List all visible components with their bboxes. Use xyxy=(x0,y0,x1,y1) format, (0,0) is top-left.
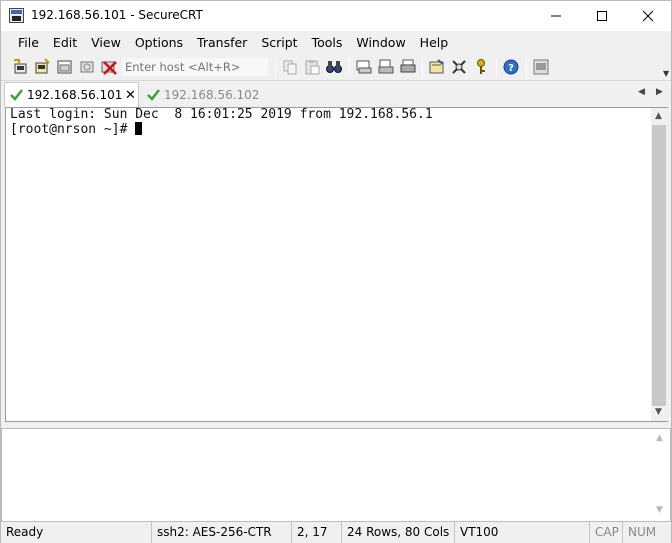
connect-tab-icon xyxy=(57,60,72,74)
toolbar-separator xyxy=(349,58,350,76)
status-caps-lock: CAP xyxy=(589,522,622,543)
connected-check-icon xyxy=(10,89,23,101)
tab-label: 192.168.56.102 xyxy=(164,87,260,102)
svg-text:?: ? xyxy=(508,63,514,74)
connect-in-tab-button[interactable] xyxy=(55,57,75,77)
global-options-button[interactable] xyxy=(449,57,469,77)
status-bar: Ready ssh2: AES-256-CTR 2, 17 24 Rows, 8… xyxy=(1,522,671,543)
menu-view[interactable]: View xyxy=(84,31,128,54)
session-options-icon xyxy=(429,59,444,74)
tab-session-101[interactable]: 192.168.56.101 ✕ xyxy=(4,82,139,107)
reconnect-button[interactable] xyxy=(77,57,97,77)
menu-bar: File Edit View Options Transfer Script T… xyxy=(1,31,671,54)
tab-scroll-right-icon[interactable]: ▶ xyxy=(656,87,663,97)
help-button[interactable]: ? xyxy=(501,57,521,77)
help-icon: ? xyxy=(503,59,519,75)
scrollbar-thumb[interactable] xyxy=(652,125,666,406)
menu-edit[interactable]: Edit xyxy=(46,31,84,54)
terminal-line: Last login: Sun Dec 8 16:01:25 2019 from… xyxy=(10,107,433,122)
quick-connect-icon xyxy=(35,58,50,74)
print-screen-icon xyxy=(356,60,372,74)
toolbar-separator xyxy=(422,58,423,76)
maximize-button[interactable] xyxy=(579,1,625,31)
minimize-button[interactable] xyxy=(533,1,579,31)
toolbar-separator xyxy=(275,58,276,76)
toolbar-separator xyxy=(496,58,497,76)
copy-button[interactable] xyxy=(280,57,300,77)
copy-icon xyxy=(283,60,297,75)
scroll-down-icon[interactable]: ▼ xyxy=(656,505,663,515)
printer-icon xyxy=(400,59,416,73)
window-title: 192.168.56.101 - SecureCRT xyxy=(31,8,203,22)
terminal-output: Last login: Sun Dec 8 16:01:25 2019 from… xyxy=(10,108,433,137)
tab-close-icon[interactable]: ✕ xyxy=(125,88,136,103)
securecrt-app-icon[interactable] xyxy=(9,8,24,23)
tab-scroll-left-icon[interactable]: ◀ xyxy=(638,87,645,97)
status-terminal-size: 24 Rows, 80 Cols xyxy=(341,522,454,543)
paste-button[interactable] xyxy=(302,57,322,77)
minimize-icon xyxy=(551,15,561,17)
find-button[interactable] xyxy=(324,57,344,77)
connect-button[interactable] xyxy=(11,57,31,77)
terminal-cursor xyxy=(135,122,143,135)
sftp-icon xyxy=(533,59,549,75)
status-cipher: ssh2: AES-256-CTR xyxy=(151,522,290,543)
close-icon xyxy=(642,10,654,22)
command-window[interactable] xyxy=(1,428,671,522)
scroll-down-icon[interactable]: ▼ xyxy=(655,407,662,417)
session-tab-bar: 192.168.56.101 ✕ 192.168.56.102 ◀ ▶ xyxy=(1,81,671,107)
menu-window[interactable]: Window xyxy=(349,31,412,54)
status-num-lock: NUM xyxy=(622,522,657,543)
status-cursor-position: 2, 17 xyxy=(291,522,341,543)
toolbar-separator xyxy=(526,58,527,76)
terminal-prompt-line: [root@nrson ~]# xyxy=(10,122,136,137)
title-bar[interactable]: 192.168.56.101 - SecureCRT xyxy=(1,1,671,31)
close-window-button[interactable] xyxy=(625,1,671,31)
menu-transfer[interactable]: Transfer xyxy=(190,31,254,54)
session-options-button[interactable] xyxy=(427,57,447,77)
quick-connect-button[interactable] xyxy=(33,57,53,77)
global-options-icon xyxy=(452,60,466,74)
disconnect-icon xyxy=(101,61,117,75)
enter-host-input[interactable] xyxy=(121,57,269,77)
connected-check-icon xyxy=(147,88,160,101)
sftp-button[interactable] xyxy=(531,57,551,77)
menu-options[interactable]: Options xyxy=(128,31,190,54)
print-selection-icon xyxy=(378,59,394,74)
print-screen-button[interactable] xyxy=(354,57,374,77)
menu-help[interactable]: Help xyxy=(413,31,456,54)
print-button[interactable] xyxy=(398,57,418,77)
binoculars-icon xyxy=(326,61,342,73)
terminal-view[interactable]: Last login: Sun Dec 8 16:01:25 2019 from… xyxy=(5,107,651,422)
toolbar: ? ▼ xyxy=(1,54,671,81)
status-ready: Ready xyxy=(6,525,44,539)
securecrt-window: 192.168.56.101 - SecureCRT File Edit Vie… xyxy=(0,0,672,543)
menu-file[interactable]: File xyxy=(11,31,46,54)
maximize-icon xyxy=(597,11,607,21)
key-manager-button[interactable] xyxy=(471,57,491,77)
command-window-scrollbar[interactable]: ▲ ▼ xyxy=(652,429,669,521)
tab-session-102[interactable]: 192.168.56.102 xyxy=(142,82,267,107)
key-icon xyxy=(477,59,485,74)
status-emulation: VT100 xyxy=(454,522,587,543)
scroll-up-icon[interactable]: ▲ xyxy=(655,111,662,121)
reconnect-icon xyxy=(80,61,94,73)
menu-tools[interactable]: Tools xyxy=(305,31,350,54)
tab-label: 192.168.56.101 xyxy=(27,88,123,102)
scroll-up-icon[interactable]: ▲ xyxy=(656,433,663,443)
toolbar-overflow-icon[interactable]: ▼ xyxy=(663,69,669,78)
disconnect-button[interactable] xyxy=(99,57,119,77)
connect-icon xyxy=(14,59,27,74)
print-selection-button[interactable] xyxy=(376,57,396,77)
terminal-scrollbar[interactable]: ▲ ▼ xyxy=(651,107,668,422)
menu-script[interactable]: Script xyxy=(254,31,304,54)
paste-icon xyxy=(305,60,320,75)
